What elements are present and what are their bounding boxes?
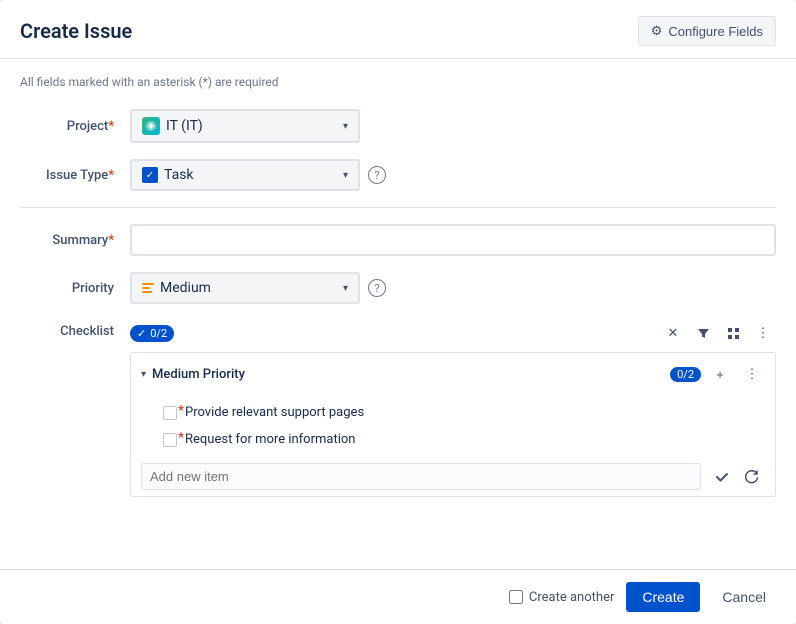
project-row: Project* IT (IT) ▾ [20, 109, 776, 143]
priority-chevron-icon: ▾ [343, 283, 348, 294]
create-another-label[interactable]: Create another [509, 590, 614, 605]
issue-type-control: Task ▾ ? [130, 159, 776, 191]
project-value: IT (IT) [166, 118, 203, 134]
configure-fields-label: Configure Fields [668, 24, 763, 39]
priority-medium-icon [142, 283, 154, 293]
summary-control [130, 224, 776, 256]
checklist-group-header: ▾ Medium Priority 0/2 + ⋮ [131, 353, 775, 395]
checklist-row: Checklist ✓ 0/2 ✕ [20, 320, 776, 497]
priority-control: Medium ▾ ? [130, 272, 776, 304]
cancel-button[interactable]: Cancel [712, 582, 776, 612]
issue-type-chevron-icon: ▾ [343, 170, 348, 181]
group-title: Medium Priority [152, 367, 245, 382]
item-checkbox-1[interactable] [163, 406, 177, 420]
add-item-confirm-button[interactable] [709, 464, 735, 490]
section-divider [20, 207, 776, 208]
checklist-expand-button[interactable] [720, 320, 746, 346]
checklist-label: Checklist [20, 320, 130, 339]
check-icon-small: ✓ [137, 327, 146, 340]
item-text-2: Request for more information [185, 432, 355, 447]
checklist-collapse-all-button[interactable]: ✕ [660, 320, 686, 346]
checklist-count: 0/2 [150, 327, 167, 340]
checklist-control: ✓ 0/2 ✕ ⋮ [130, 320, 776, 497]
add-item-row [131, 457, 775, 496]
add-item-reset-button[interactable] [739, 464, 765, 490]
issue-type-row: Issue Type* Task ▾ ? [20, 159, 776, 191]
project-label: Project* [20, 119, 130, 134]
issue-type-label: Issue Type* [20, 168, 130, 183]
dialog-title: Create Issue [20, 19, 132, 43]
task-type-icon [142, 167, 158, 183]
checklist-item: Provide relevant support pages [131, 399, 775, 426]
create-issue-dialog: Create Issue ⚙ Configure Fields All fiel… [0, 0, 796, 624]
create-another-checkbox[interactable] [509, 590, 523, 604]
dialog-header: Create Issue ⚙ Configure Fields [0, 0, 796, 59]
priority-help-icon[interactable]: ? [368, 279, 386, 297]
item-text-1: Provide relevant support pages [185, 405, 364, 420]
priority-select[interactable]: Medium ▾ [130, 272, 360, 304]
issue-type-value: Task [164, 167, 194, 183]
checklist-badge: ✓ 0/2 [130, 325, 174, 342]
configure-fields-button[interactable]: ⚙ Configure Fields [638, 16, 776, 46]
gear-icon: ⚙ [651, 23, 663, 39]
dialog-footer: Create another Create Cancel [0, 569, 796, 624]
checklist-more-button[interactable]: ⋮ [750, 320, 776, 346]
item-checkbox-2[interactable] [163, 433, 177, 447]
group-add-button[interactable]: + [707, 361, 733, 387]
group-chevron-icon[interactable]: ▾ [141, 369, 146, 380]
checklist-items: Provide relevant support pages Request f… [131, 395, 775, 457]
issue-type-help-icon[interactable]: ? [368, 166, 386, 184]
summary-input[interactable] [130, 224, 776, 256]
add-item-input[interactable] [141, 463, 701, 490]
project-control: IT (IT) ▾ [130, 109, 776, 143]
project-select[interactable]: IT (IT) ▾ [130, 109, 360, 143]
group-more-button[interactable]: ⋮ [739, 361, 765, 387]
project-chevron-icon: ▾ [343, 121, 348, 132]
priority-row: Priority Medium ▾ ? [20, 272, 776, 304]
create-another-text: Create another [529, 590, 614, 605]
project-icon [142, 117, 160, 135]
checklist-top-bar: ✓ 0/2 ✕ ⋮ [130, 320, 776, 346]
summary-row: Summary* [20, 224, 776, 256]
checklist-filter-button[interactable] [690, 320, 716, 346]
checklist-content: ▾ Medium Priority 0/2 + ⋮ Pro [130, 352, 776, 497]
create-button[interactable]: Create [626, 582, 700, 612]
priority-value: Medium [160, 280, 211, 296]
checklist-item: Request for more information [131, 426, 775, 453]
summary-label: Summary* [20, 233, 130, 248]
required-note: All fields marked with an asterisk (*) a… [20, 75, 776, 89]
group-count-badge: 0/2 [670, 367, 701, 382]
issue-type-select[interactable]: Task ▾ [130, 159, 360, 191]
dialog-body: All fields marked with an asterisk (*) a… [0, 59, 796, 569]
priority-label: Priority [20, 281, 130, 296]
